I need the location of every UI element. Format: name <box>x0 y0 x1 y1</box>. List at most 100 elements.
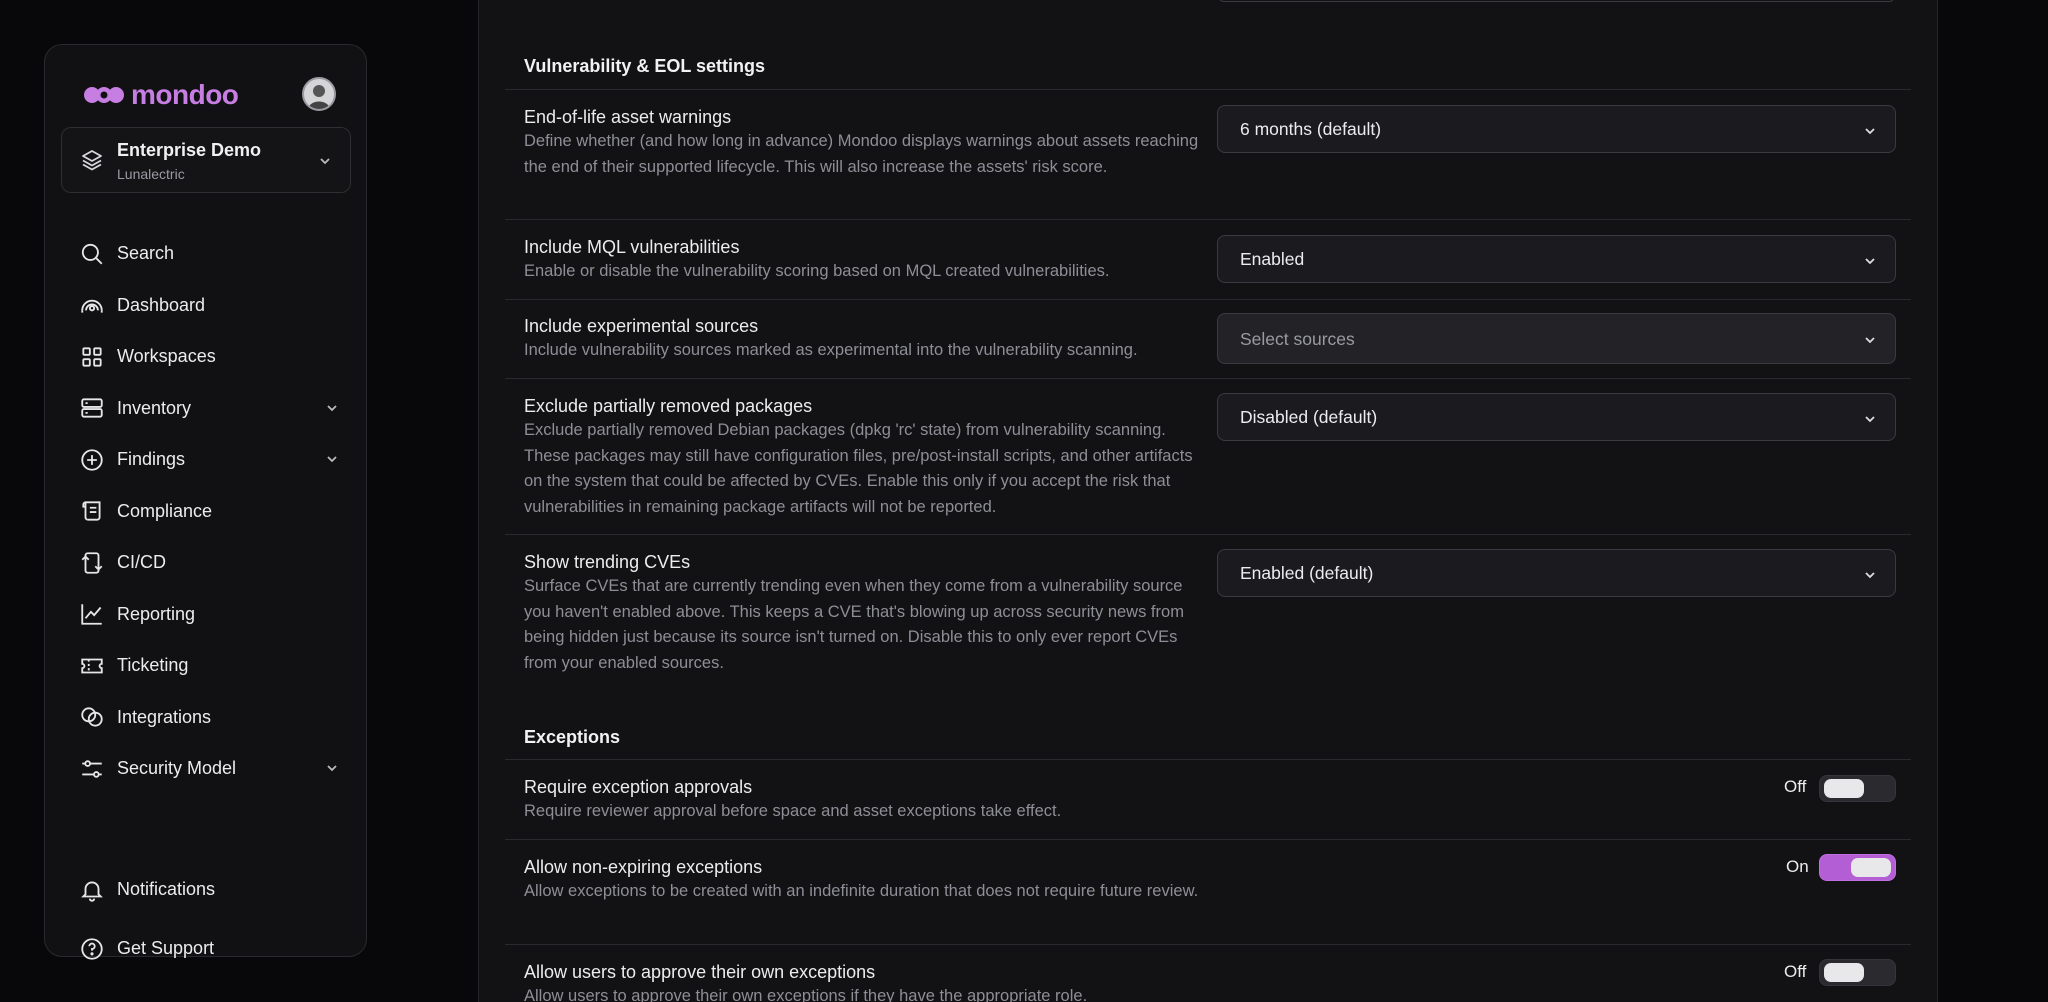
toggle-knob <box>1824 963 1864 982</box>
nav-item-integrations[interactable]: Integrations <box>79 692 339 744</box>
sidebar: mondoo Enterprise Demo Lunalectric Searc… <box>44 44 367 960</box>
nav-item-search[interactable]: Search <box>79 228 339 280</box>
server-icon <box>81 398 103 418</box>
section-title-exceptions: Exceptions <box>524 727 621 747</box>
nav-label: Workspaces <box>117 346 216 367</box>
partially-removed-packages-select[interactable]: Disabled (default) <box>1217 393 1896 441</box>
nav-item-reporting[interactable]: Reporting <box>79 589 339 641</box>
chevron-down-icon <box>320 158 330 165</box>
toggle-state-label: Off <box>1784 777 1807 796</box>
chevron-down-icon <box>1865 337 1875 344</box>
divider <box>505 759 1911 760</box>
nav-label: Get Support <box>117 938 215 958</box>
nav-item-workspaces[interactable]: Workspaces <box>79 331 339 383</box>
setting-title: Exclude partially removed packages <box>524 396 813 416</box>
previous-select-stub <box>1218 0 1895 2</box>
chevron-down-icon <box>1865 258 1875 265</box>
select-value: Enabled <box>1240 249 1305 269</box>
nav-label: Dashboard <box>117 294 206 315</box>
mql-vulnerabilities-select[interactable]: Enabled <box>1217 235 1896 283</box>
dashboard-icon <box>81 300 103 313</box>
nav-label: Compliance <box>117 500 213 521</box>
setting-title: Allow users to approve their own excepti… <box>524 962 876 982</box>
experimental-sources-select[interactable]: Select sources <box>1217 313 1896 364</box>
layers-icon <box>82 150 102 171</box>
setting-description: Exclude partially removed Debian package… <box>524 421 1193 516</box>
nav-label: Integrations <box>117 706 212 727</box>
nav-item-get-support[interactable]: Get Support <box>79 919 339 978</box>
cicd-icon <box>81 552 103 574</box>
nav-label: Inventory <box>117 397 192 418</box>
setting-title: Allow non-expiring exceptions <box>524 857 763 877</box>
chevron-down-icon[interactable] <box>325 452 339 466</box>
setting-title: End-of-life asset warnings <box>524 107 732 127</box>
setting-description: Allow exceptions to be created with an i… <box>524 882 1199 900</box>
scroll-icon <box>82 501 101 521</box>
select-placeholder: Select sources <box>1240 329 1355 349</box>
non-expiring-exceptions-toggle[interactable] <box>1819 854 1896 881</box>
toggle-knob <box>1851 858 1891 877</box>
section-title-vuln: Vulnerability & EOL settings <box>524 56 766 76</box>
setting-description: Include vulnerability sources marked as … <box>524 341 1138 359</box>
nav-item-findings[interactable]: Findings <box>79 434 339 486</box>
nav-item-notifications[interactable]: Notifications <box>79 860 339 919</box>
setting-title: Show trending CVEs <box>524 552 691 572</box>
avatar[interactable] <box>302 77 336 111</box>
setting-title: Include MQL vulnerabilities <box>524 237 740 257</box>
divider <box>505 219 1911 220</box>
toggle-state-label: Off <box>1784 962 1807 981</box>
setting-title: Require exception approvals <box>524 777 753 797</box>
toggle-knob <box>1824 779 1864 798</box>
exception-approvals-toggle[interactable] <box>1819 775 1896 802</box>
nav-item-compliance[interactable]: Compliance <box>79 486 339 538</box>
org-switcher[interactable]: Enterprise Demo Lunalectric <box>61 127 351 193</box>
mondoo-mark-icon <box>84 87 124 103</box>
setting-description: Enable or disable the vulnerability scor… <box>524 262 1110 280</box>
org-name: Enterprise Demo <box>117 140 262 160</box>
help-circle-icon <box>81 937 103 960</box>
brand-name: mondoo <box>131 79 239 110</box>
nav-label: Security Model <box>117 758 237 779</box>
settings-panel: Vulnerability & EOL settings End-of-life… <box>478 0 1938 1002</box>
main-nav: Search Dashboard Workspaces Inventory Fi… <box>79 228 339 795</box>
ticket-icon <box>81 658 103 674</box>
setting-description: Require reviewer approval before space a… <box>524 802 1062 820</box>
nav-label: Reporting <box>117 603 196 624</box>
select-value: Enabled (default) <box>1240 563 1374 583</box>
chevron-down-icon[interactable] <box>325 761 339 775</box>
chevron-down-icon <box>1865 416 1875 423</box>
chevron-down-icon <box>1865 572 1875 579</box>
nav-item-inventory[interactable]: Inventory <box>79 383 339 435</box>
search-icon <box>81 243 103 265</box>
select-value: Disabled (default) <box>1240 407 1378 427</box>
mondoo-logo[interactable]: mondoo <box>83 79 239 111</box>
setting-description: Allow users to approve their own excepti… <box>524 987 1088 1002</box>
bell-icon <box>81 881 103 902</box>
trending-cves-select[interactable]: Enabled (default) <box>1217 549 1896 597</box>
divider <box>505 299 1911 300</box>
eol-warnings-select[interactable]: 6 months (default) <box>1217 105 1896 153</box>
chart-line-icon <box>81 604 102 625</box>
toggle-state-label: On <box>1786 857 1809 876</box>
divider <box>505 378 1911 379</box>
self-approve-exceptions-toggle[interactable] <box>1819 959 1896 986</box>
bottom-nav: Notifications Get Support <box>79 860 339 978</box>
nav-label: Ticketing <box>117 655 189 676</box>
setting-title: Include experimental sources <box>524 316 759 336</box>
chevron-down-icon[interactable] <box>325 401 339 415</box>
plus-circle-icon <box>81 449 103 471</box>
nav-label: Findings <box>117 449 186 470</box>
nav-item-cicd[interactable]: CI/CD <box>79 537 339 589</box>
nav-item-security-model[interactable]: Security Model <box>79 743 339 795</box>
org-sub: Lunalectric <box>117 166 185 182</box>
divider <box>505 839 1911 840</box>
divider <box>505 534 1911 535</box>
nav-label: CI/CD <box>117 552 166 573</box>
sliders-icon <box>82 760 102 778</box>
chevron-down-icon <box>1865 128 1875 135</box>
nav-item-dashboard[interactable]: Dashboard <box>79 280 339 332</box>
select-value: 6 months (default) <box>1240 119 1382 139</box>
setting-description: Define whether (and how long in advance)… <box>524 132 1199 176</box>
divider <box>505 89 1911 90</box>
nav-item-ticketing[interactable]: Ticketing <box>79 640 339 692</box>
